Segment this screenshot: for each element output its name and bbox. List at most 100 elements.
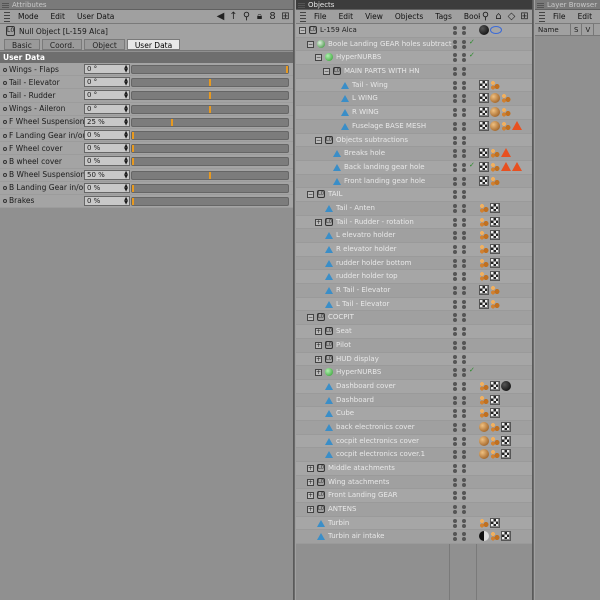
tree-row[interactable]: Tail - Wing xyxy=(296,78,532,93)
visibility-dots-icon[interactable] xyxy=(453,464,457,474)
render-dots-icon[interactable] xyxy=(462,327,466,337)
visibility-dots-icon[interactable] xyxy=(453,505,457,515)
expand-icon[interactable]: + xyxy=(307,492,314,500)
visibility-dots-icon[interactable] xyxy=(453,121,457,132)
object-name[interactable]: Objects subtractions xyxy=(336,135,408,146)
stepper-arrows-icon[interactable]: ▲ ▼ xyxy=(124,65,128,74)
phong-tag-icon[interactable] xyxy=(479,271,489,282)
tree-row[interactable]: Fuselage BASE MESH xyxy=(296,119,532,134)
value-slider[interactable] xyxy=(131,78,289,88)
visibility-dots-icon[interactable] xyxy=(453,450,457,460)
attributes-titlebar[interactable]: Attributes xyxy=(0,0,293,10)
animate-dot-icon[interactable] xyxy=(3,186,7,191)
menu-objects[interactable]: Objects xyxy=(389,12,429,21)
phong-tag-icon[interactable] xyxy=(479,244,489,254)
render-dots-icon[interactable] xyxy=(462,368,466,378)
animate-dot-icon[interactable] xyxy=(3,67,7,72)
visibility-dots-icon[interactable] xyxy=(453,162,457,173)
phong-tag-icon[interactable] xyxy=(490,175,500,186)
texture-tag-icon[interactable] xyxy=(479,298,489,309)
value-slider[interactable] xyxy=(131,130,289,140)
texture-tag-icon[interactable] xyxy=(490,202,500,213)
visibility-dots-icon[interactable] xyxy=(453,436,457,447)
texture-tag-icon[interactable] xyxy=(490,517,500,528)
object-name[interactable]: L Tail - Elevator xyxy=(336,299,389,310)
eye-icon[interactable]: ◇ xyxy=(506,11,517,23)
object-name[interactable]: Dashboard cover xyxy=(336,381,396,392)
tree-row[interactable]: R WING xyxy=(296,106,532,120)
menu-file[interactable]: File xyxy=(308,12,333,21)
stepper-arrows-icon[interactable]: ▲ ▼ xyxy=(124,104,128,113)
tree-row[interactable]: cocpit electronics cover xyxy=(296,434,532,449)
collapse-icon[interactable]: − xyxy=(315,136,322,144)
render-dots-icon[interactable] xyxy=(462,436,466,447)
phong-tag-icon[interactable] xyxy=(490,148,500,159)
object-name[interactable]: R WING xyxy=(352,107,379,118)
tree-row[interactable]: Tail - Anten xyxy=(296,201,532,216)
tree-row[interactable]: + L0 Middle atachments xyxy=(296,462,532,476)
tree-row[interactable]: rudder holder top xyxy=(296,270,532,285)
enabled-check-icon[interactable]: ✓ xyxy=(469,38,475,46)
visibility-dots-icon[interactable] xyxy=(453,135,457,146)
tree-row[interactable]: R Tail - Elevator xyxy=(296,284,532,298)
visibility-dots-icon[interactable] xyxy=(453,409,457,419)
phong-tag-icon[interactable] xyxy=(490,531,500,542)
tree-row[interactable]: Front landing gear hole xyxy=(296,174,532,189)
phong-tag-icon[interactable] xyxy=(490,298,500,309)
expand-icon[interactable]: + xyxy=(307,478,314,486)
tree-row[interactable]: − L0 TAIL xyxy=(296,188,532,202)
column-visible[interactable]: V xyxy=(582,24,595,35)
render-dots-icon[interactable] xyxy=(462,464,466,474)
animate-dot-icon[interactable] xyxy=(3,120,7,125)
material-tag-icon[interactable] xyxy=(490,120,500,131)
texture-tag-icon[interactable] xyxy=(479,175,489,186)
object-name[interactable]: COCPIT xyxy=(328,312,354,323)
object-name[interactable]: rudder holder top xyxy=(336,271,398,282)
visibility-dots-icon[interactable] xyxy=(453,26,457,36)
drag-grip-icon[interactable] xyxy=(2,2,9,8)
object-name[interactable]: rudder holder bottom xyxy=(336,258,411,269)
tab-user-data[interactable]: User Data xyxy=(126,39,181,50)
animate-dot-icon[interactable] xyxy=(3,146,7,151)
visibility-dots-icon[interactable] xyxy=(453,299,457,310)
column-solo[interactable]: S xyxy=(571,24,583,35)
new-panel-icon[interactable]: ⊞ xyxy=(280,11,291,23)
menu-user-data[interactable]: User Data xyxy=(71,12,120,21)
texture-tag-icon[interactable] xyxy=(479,79,489,90)
half-sphere-tag-icon[interactable] xyxy=(479,531,489,542)
visibility-dots-icon[interactable] xyxy=(453,327,457,337)
tree-row[interactable]: Turbin xyxy=(296,516,532,531)
slider-knob[interactable] xyxy=(209,79,211,87)
render-dots-icon[interactable] xyxy=(462,532,466,542)
value-field[interactable]: 0 % ▲ ▼ xyxy=(84,195,130,206)
object-name[interactable]: R Tail - Elevator xyxy=(336,285,390,296)
phong-tag-icon[interactable] xyxy=(501,93,511,104)
render-dots-icon[interactable] xyxy=(462,422,466,433)
tree-row[interactable]: − L0 Objects subtractions xyxy=(296,133,532,148)
menu-edit[interactable]: Edit xyxy=(333,12,360,21)
phong-tag-icon[interactable] xyxy=(490,435,500,446)
object-name[interactable]: Back landing gear hole xyxy=(344,162,425,173)
stepper-arrows-icon[interactable]: ▲ ▼ xyxy=(124,196,128,205)
render-dots-icon[interactable] xyxy=(462,395,466,406)
object-name[interactable]: Cube xyxy=(336,408,354,419)
tree-row[interactable]: Turbin air intake xyxy=(296,530,532,545)
render-dots-icon[interactable] xyxy=(462,80,466,91)
tree-row[interactable]: − L0 MAIN PARTS WITH HN xyxy=(296,65,532,79)
render-dots-icon[interactable] xyxy=(462,108,466,118)
menu-edit[interactable]: Edit xyxy=(44,12,71,21)
tree-row[interactable]: Back landing gear hole ✓ xyxy=(296,160,532,175)
object-name[interactable]: MAIN PARTS WITH HN xyxy=(344,66,419,77)
animate-dot-icon[interactable] xyxy=(3,80,7,85)
slider-knob[interactable] xyxy=(132,158,134,166)
menu-mode[interactable]: Mode xyxy=(12,12,44,21)
value-slider[interactable] xyxy=(131,117,289,127)
object-name[interactable]: Front Landing GEAR xyxy=(328,490,398,501)
tree-row[interactable]: − HyperNURBS ✓ xyxy=(296,51,532,66)
tree-row[interactable]: rudder holder bottom xyxy=(296,256,532,271)
texture-tag-icon[interactable] xyxy=(479,161,489,172)
visibility-dots-icon[interactable] xyxy=(453,491,457,501)
visibility-dots-icon[interactable] xyxy=(453,395,457,406)
render-dots-icon[interactable] xyxy=(462,217,466,228)
render-dots-icon[interactable] xyxy=(462,135,466,146)
